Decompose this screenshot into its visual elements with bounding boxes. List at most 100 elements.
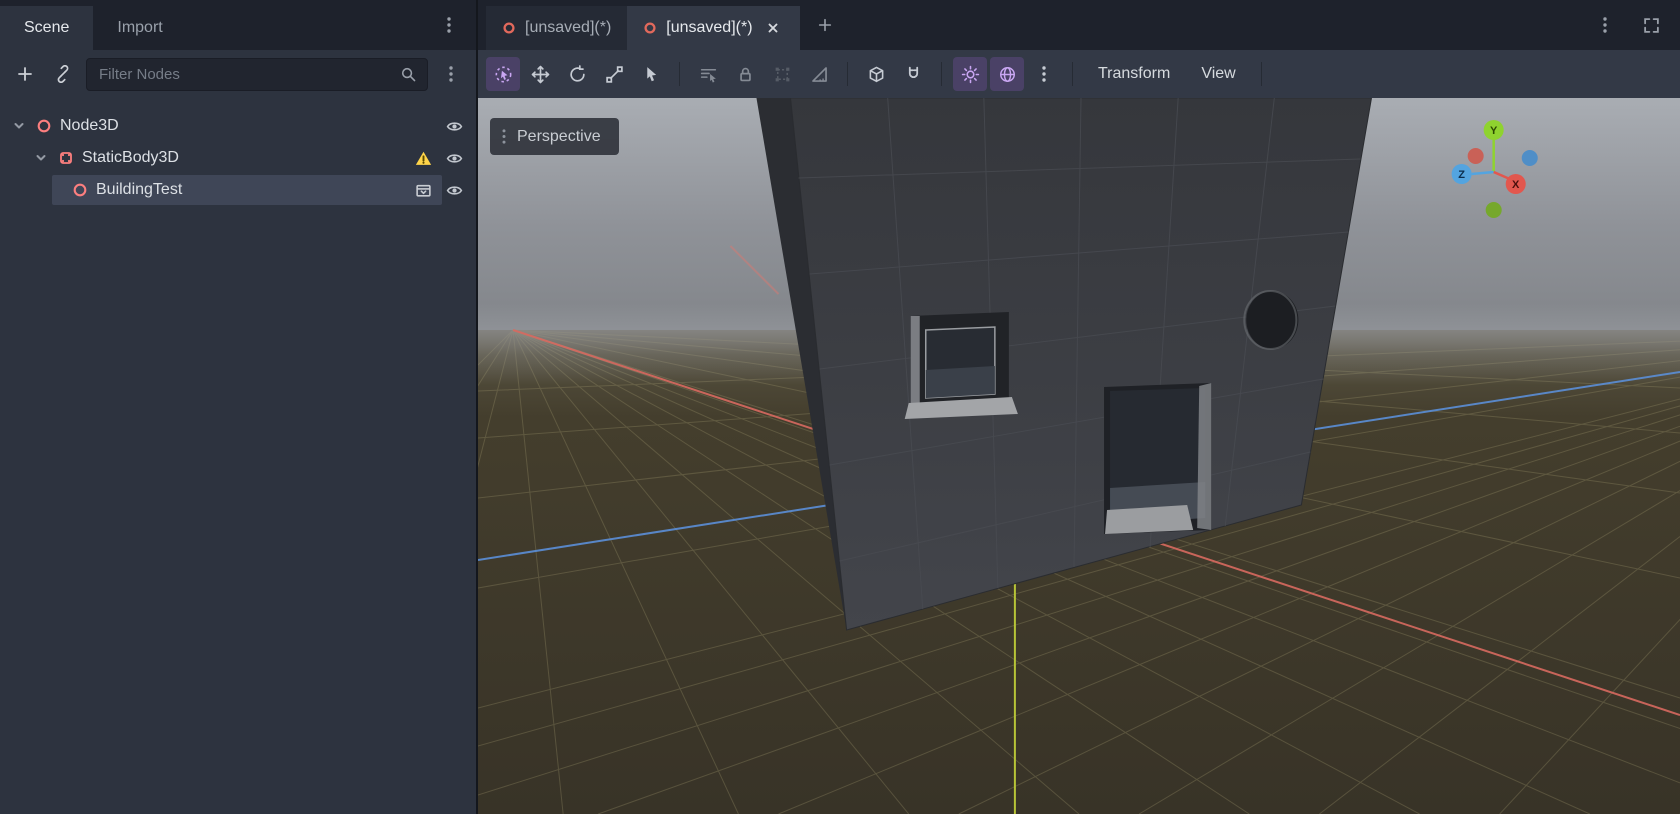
- eye-icon: [446, 118, 463, 135]
- open-instance-icon: [415, 182, 432, 199]
- selection-tool-button[interactable]: [634, 57, 668, 91]
- rotate-mode-button[interactable]: [560, 57, 594, 91]
- toolbar-separator: [679, 62, 680, 86]
- transform-menu[interactable]: Transform: [1084, 57, 1184, 91]
- scale-mode-button[interactable]: [597, 57, 631, 91]
- group-nodes-button[interactable]: [765, 57, 799, 91]
- scene-tab-label: [unsaved](*): [666, 19, 752, 37]
- tree-row-buildingtest[interactable]: BuildingTest: [0, 174, 476, 206]
- scene-tab-unsaved-1[interactable]: [unsaved](*): [486, 6, 627, 50]
- scene-tab-bar: [unsaved](*) [unsaved](*): [478, 0, 1680, 50]
- view-menu-label: View: [1201, 65, 1235, 83]
- visibility-toggle[interactable]: [442, 178, 466, 202]
- plus-icon: [16, 65, 34, 83]
- select-mode-button[interactable]: [486, 57, 520, 91]
- scene-node-icon: [502, 21, 516, 35]
- toolbar-separator: [847, 62, 848, 86]
- sun-icon: [961, 65, 980, 84]
- dock-tab-bar: Scene Import: [0, 0, 478, 50]
- transform-menu-label: Transform: [1098, 65, 1170, 83]
- list-select-icon: [699, 65, 718, 84]
- globe-icon: [998, 65, 1017, 84]
- node3d-icon: [72, 182, 88, 198]
- scale-icon: [605, 65, 624, 84]
- lock-node-button[interactable]: [728, 57, 762, 91]
- lock-icon: [736, 65, 755, 84]
- doorway: [1104, 383, 1211, 534]
- tree-row-node3d[interactable]: Node3D: [0, 110, 476, 142]
- eye-icon: [446, 150, 463, 167]
- staticbody3d-icon: [58, 150, 74, 166]
- instance-scene-button[interactable]: [48, 59, 78, 89]
- visibility-toggle[interactable]: [442, 146, 466, 170]
- dock-menu-button[interactable]: [434, 10, 464, 40]
- magnet-icon: [904, 65, 923, 84]
- collapse-chevron-icon[interactable]: [32, 152, 50, 164]
- view-menu[interactable]: View: [1187, 57, 1249, 91]
- node3d-icon: [36, 118, 52, 134]
- viewport-3d[interactable]: Y Z X Perspective: [478, 98, 1680, 814]
- perspective-label: Perspective: [517, 128, 601, 146]
- add-node-button[interactable]: [10, 59, 40, 89]
- toolbar-separator: [941, 62, 942, 86]
- collapse-chevron-icon[interactable]: [10, 120, 28, 132]
- local-space-button[interactable]: [859, 57, 893, 91]
- preview-options-button[interactable]: [1027, 57, 1061, 91]
- rotate-icon: [568, 65, 587, 84]
- window-circle: [1244, 291, 1298, 349]
- tab-import[interactable]: Import: [93, 6, 186, 50]
- scene-node-icon: [643, 21, 657, 35]
- scene-tabs-menu-button[interactable]: [1590, 10, 1620, 40]
- kebab-menu-icon: [447, 17, 451, 33]
- scene-tab-label: [unsaved](*): [525, 19, 611, 37]
- tab-scene[interactable]: Scene: [0, 6, 93, 50]
- toolbar-separator: [1072, 62, 1073, 86]
- gizmo-neg-z-ball[interactable]: [1522, 150, 1538, 166]
- filter-nodes-input[interactable]: [97, 65, 392, 84]
- scene-tab-unsaved-2[interactable]: [unsaved](*): [627, 6, 799, 50]
- godot-editor-window: Scene Import [unsaved](*) [unsaved](*): [0, 0, 1680, 814]
- move-icon: [531, 65, 550, 84]
- viewport-toolbar: Transform View: [478, 50, 1680, 98]
- close-icon: [766, 21, 780, 35]
- preview-sunlight-button[interactable]: [953, 57, 987, 91]
- kebab-menu-icon: [449, 66, 453, 82]
- scene-dock: Node3D StaticBody3D: [0, 50, 478, 814]
- close-tab-button[interactable]: [762, 17, 784, 39]
- tree-row-staticbody3d[interactable]: StaticBody3D: [0, 142, 476, 174]
- node-label: BuildingTest: [96, 181, 182, 199]
- viewport-canvas[interactable]: Y Z X: [478, 98, 1680, 814]
- scene-tree: Node3D StaticBody3D: [0, 98, 476, 814]
- move-mode-button[interactable]: [523, 57, 557, 91]
- perspective-menu-button[interactable]: Perspective: [490, 118, 619, 155]
- cube-icon: [867, 65, 886, 84]
- warning-icon: [415, 150, 432, 167]
- ruler-mode-button[interactable]: [802, 57, 836, 91]
- node-label: Node3D: [60, 117, 119, 135]
- gizmo-neg-x-ball[interactable]: [1468, 148, 1484, 164]
- new-scene-tab-button[interactable]: [810, 10, 840, 40]
- select-mode-icon: [494, 65, 513, 84]
- visibility-toggle[interactable]: [442, 114, 466, 138]
- filter-nodes-field[interactable]: [86, 58, 428, 91]
- snap-toggle-button[interactable]: [896, 57, 930, 91]
- preview-environment-button[interactable]: [990, 57, 1024, 91]
- link-icon: [54, 65, 72, 83]
- tree-extra-menu-button[interactable]: [436, 59, 466, 89]
- cursor-icon: [642, 65, 661, 84]
- top-bar: Scene Import [unsaved](*) [unsaved](*): [0, 0, 1680, 50]
- gizmo-neg-y-ball[interactable]: [1486, 202, 1502, 218]
- plus-icon: [817, 17, 833, 33]
- gizmo-y-label: Y: [1490, 125, 1498, 137]
- scene-dock-toolbar: [0, 50, 476, 98]
- ruler-icon: [810, 65, 829, 84]
- node-warning-button[interactable]: [412, 147, 434, 169]
- open-instance-button[interactable]: [412, 179, 434, 201]
- group-icon: [773, 65, 792, 84]
- select-list-button[interactable]: [691, 57, 725, 91]
- kebab-menu-icon: [1603, 17, 1607, 33]
- expand-window-button[interactable]: [1636, 10, 1666, 40]
- toolbar-separator: [1261, 62, 1262, 86]
- gizmo-z-label: Z: [1458, 169, 1465, 181]
- node-label: StaticBody3D: [82, 149, 179, 167]
